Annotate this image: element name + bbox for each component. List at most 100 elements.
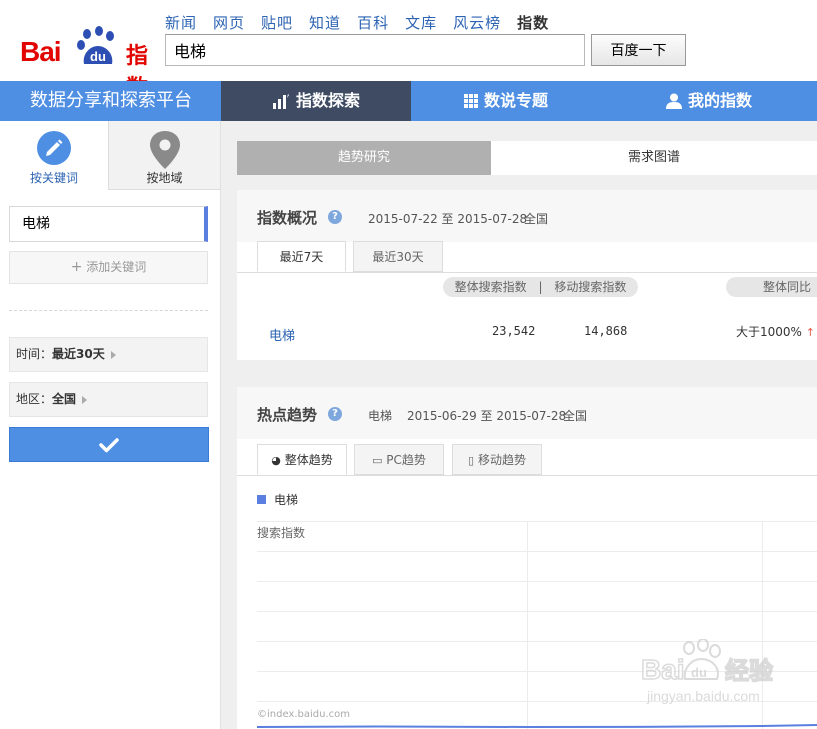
- nav-data-topics[interactable]: 数说专题: [411, 81, 601, 121]
- tab-overall-trend[interactable]: ◕ 整体趋势: [257, 444, 347, 475]
- region-filter-value: 全国: [52, 392, 77, 406]
- watermark-url: jingyan.baidu.com: [646, 688, 760, 704]
- tab-mobile-trend[interactable]: ▯ 移动趋势: [452, 444, 542, 475]
- monitor-icon: ▭: [372, 454, 383, 467]
- map-pin-icon: [149, 131, 180, 169]
- overview-tab-underline: [237, 272, 817, 273]
- legend-label: 电梯: [274, 493, 299, 507]
- sidebar: 按关键词 按地域 电梯 + 添加关键词 时间：最近30天 地区：全国: [0, 121, 221, 729]
- sidebar-tabs: 按关键词 按地域: [0, 121, 220, 190]
- trend-series-line: [257, 724, 817, 729]
- search-button[interactable]: 百度一下: [591, 34, 686, 66]
- tab-overall-trend-label: 整体趋势: [284, 453, 333, 467]
- top-navigation: 新闻 网页 贴吧 知道 百科 文库 风云榜 指数: [165, 12, 565, 33]
- arrow-up-icon: ↑: [805, 326, 815, 339]
- overview-date-range: 2015-07-22 至 2015-07-28: [368, 212, 528, 226]
- topnav-news[interactable]: 新闻: [165, 12, 197, 33]
- divider: [9, 310, 208, 311]
- y-axis-label: 搜索指数: [257, 525, 305, 540]
- time-filter-value: 最近30天: [52, 347, 105, 361]
- hot-trends-keyword: 电梯: [368, 409, 393, 423]
- region-filter-label: 地区：: [16, 392, 53, 406]
- check-icon: [99, 437, 119, 452]
- watermark-bai: Bai: [641, 654, 685, 685]
- topnav-wenku[interactable]: 文库: [405, 12, 437, 33]
- topnav-tieba[interactable]: 贴吧: [261, 12, 293, 33]
- caret-right-icon: [82, 395, 88, 404]
- hot-trends-region: 全国: [563, 409, 588, 423]
- nav-data-topics-label: 数说专题: [483, 91, 548, 110]
- hot-trends-date-range: 2015-06-29 至 2015-07-28: [407, 409, 567, 423]
- col-header-yoy: 整体同比: [726, 277, 817, 297]
- platform-slogan: 数据分享和探索平台: [30, 90, 192, 111]
- pie-chart-icon: ◕: [271, 454, 281, 467]
- tab-last-30-days[interactable]: 最近30天: [353, 241, 443, 272]
- time-filter-label: 时间：: [16, 347, 53, 361]
- user-icon: [665, 93, 682, 109]
- logo-du: du: [90, 49, 106, 64]
- search-input[interactable]: [165, 34, 585, 66]
- topnav-baike[interactable]: 百科: [357, 12, 389, 33]
- chart-legend[interactable]: 电梯: [257, 491, 298, 508]
- caret-right-icon: [110, 350, 116, 359]
- plus-icon: +: [70, 259, 83, 275]
- edit-icon: [37, 131, 71, 165]
- topnav-index[interactable]: 指数: [517, 12, 549, 33]
- grid-icon: [463, 94, 478, 108]
- col-mobile-label: 移动搜索指数: [554, 280, 627, 294]
- col-header-search-index: 整体搜索指数 | 移动搜索指数: [443, 277, 638, 297]
- topnav-fengyunbang[interactable]: 风云榜: [453, 12, 501, 33]
- tab-pc-trend[interactable]: ▭ PC趋势: [354, 444, 444, 475]
- nav-index-explore-label: 指数探索: [295, 91, 360, 110]
- tab-by-keyword[interactable]: 按关键词: [0, 121, 109, 190]
- nav-my-index-label: 我的指数: [687, 91, 752, 110]
- topnav-zhidao[interactable]: 知道: [309, 12, 341, 33]
- bar-chart-icon: [272, 94, 289, 109]
- index-overview-card: 指数概况 ? 2015-07-22 至 2015-07-28 全国 最近7天 最…: [237, 190, 817, 360]
- overview-region: 全国: [524, 212, 549, 226]
- tab-by-region[interactable]: 按地域: [109, 121, 220, 190]
- tab-demand-map[interactable]: 需求图谱: [491, 141, 817, 175]
- overview-overall-value: 23,542: [492, 324, 536, 338]
- time-filter[interactable]: 时间：最近30天: [9, 337, 208, 372]
- watermark-du: du: [691, 665, 707, 680]
- tab-mobile-trend-label: 移动趋势: [477, 453, 526, 467]
- tab-by-region-label: 按地域: [146, 171, 183, 185]
- watermark-jingyan: 经验: [725, 657, 773, 685]
- help-icon[interactable]: ?: [328, 210, 342, 224]
- hot-trends-title: 热点趋势: [257, 406, 318, 424]
- nav-index-explore[interactable]: 指数探索: [221, 81, 411, 121]
- overview-yoy-value: 大于1000% ↑: [736, 323, 815, 340]
- tab-by-keyword-label: 按关键词: [29, 171, 78, 185]
- add-keyword-button[interactable]: + 添加关键词: [9, 251, 208, 284]
- add-keyword-label: 添加关键词: [86, 260, 147, 274]
- col-separator: |: [538, 280, 543, 294]
- overview-title: 指数概况: [257, 209, 318, 227]
- tab-last-7-days[interactable]: 最近7天: [257, 241, 346, 272]
- hot-trends-card: 热点趋势 ? 电梯 2015-06-29 至 2015-07-28 全国 ◕ 整…: [237, 387, 817, 729]
- baidu-index-logo[interactable]: Bai du 指数: [20, 24, 160, 101]
- phone-icon: ▯: [468, 454, 475, 467]
- col-overall-label: 整体搜索指数: [454, 280, 527, 294]
- hot-trends-tab-underline: [237, 475, 817, 476]
- help-icon[interactable]: ?: [328, 407, 342, 421]
- main-tabs: 趋势研究 需求图谱: [237, 141, 817, 175]
- paw-icon: du: [77, 26, 114, 64]
- overview-mobile-value: 14,868: [584, 324, 628, 338]
- logo-bai: Bai: [20, 36, 62, 67]
- confirm-button[interactable]: [9, 427, 209, 462]
- header: Bai du 指数 新闻 网页 贴吧 知道 百科 文库 风云榜 指数 百度一下: [0, 0, 817, 101]
- copyright-text: ©index.baidu.com: [257, 709, 351, 720]
- tab-trend-research[interactable]: 趋势研究: [237, 141, 491, 175]
- region-filter[interactable]: 地区：全国: [9, 382, 208, 417]
- keyword-entry[interactable]: 电梯: [9, 206, 208, 242]
- main-content: 趋势研究 需求图谱 指数概况 ? 2015-07-22 至 2015-07-28…: [221, 121, 817, 729]
- topnav-web[interactable]: 网页: [213, 12, 245, 33]
- main-navbar: 数据分享和探索平台 指数探索 数说专题 我的指数: [0, 81, 817, 121]
- nav-my-index[interactable]: 我的指数: [601, 81, 817, 121]
- overview-row-keyword[interactable]: 电梯: [269, 325, 295, 344]
- yoy-text: 大于1000%: [736, 325, 802, 339]
- legend-swatch: [257, 495, 266, 504]
- tab-pc-trend-label: PC趋势: [386, 453, 426, 467]
- baidu-jingyan-watermark: Bai du 经验 jingyan.baidu.com: [641, 639, 774, 704]
